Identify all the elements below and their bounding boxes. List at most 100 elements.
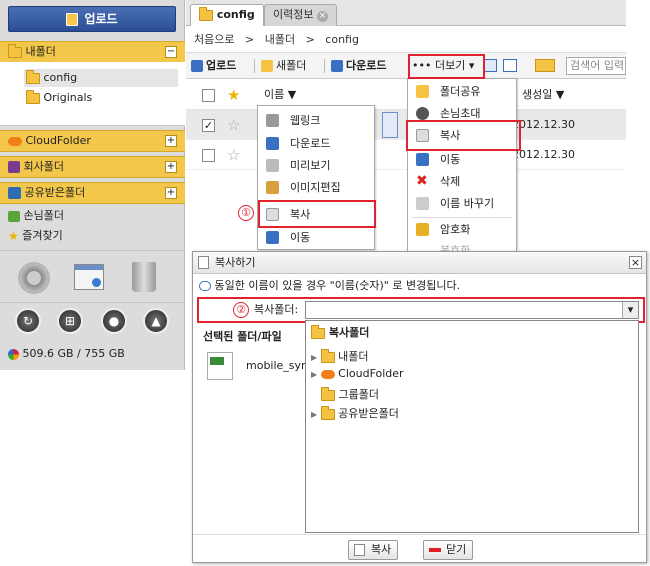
storage-usage: 509.6 GB / 755 GB <box>8 345 125 363</box>
android-icon[interactable]: ▲ <box>143 308 169 334</box>
menu-item-move[interactable]: 이동 <box>408 149 516 170</box>
minus-icon <box>429 548 441 552</box>
row-date: 2012.12.30 <box>512 148 575 161</box>
new-folder-icon <box>261 60 273 72</box>
favorites[interactable]: ★ 즐겨찾기 <box>8 227 63 245</box>
chevron-down-icon[interactable]: ▾ <box>622 302 638 318</box>
dialog-title: 복사하기 <box>215 256 256 269</box>
menu-item-encrypt[interactable]: 암호화 <box>408 219 516 240</box>
divider <box>193 534 646 535</box>
tab-config[interactable]: config <box>190 4 264 26</box>
document-icon <box>198 256 209 269</box>
menu-item-weblink[interactable]: 웹링크 <box>258 110 374 131</box>
star-icon[interactable]: ★ <box>227 80 240 110</box>
expand-toggle[interactable]: + <box>165 135 177 147</box>
toolbar: 업로드 새폴더 다운로드 ••• 더보기 ▾ 검색어 입력 <box>186 53 626 79</box>
close-icon[interactable]: × <box>316 11 328 22</box>
folder-icon <box>311 324 325 339</box>
pie-chart-icon <box>8 348 19 360</box>
tree-item-shared-folder[interactable]: ▶ 공유받은폴더 <box>311 405 399 421</box>
left-panel: 업로드 내폴더 − config Originals CloudFolder +… <box>0 0 185 370</box>
breadcrumb: 처음으로 > 내폴더 > config <box>186 26 626 53</box>
copy-icon <box>354 544 365 556</box>
folder-options-icon[interactable] <box>535 59 555 72</box>
star-icon: ★ <box>8 229 19 243</box>
settings-gear-icon[interactable] <box>18 262 50 294</box>
date-column-header[interactable]: 생성일 ▼ <box>522 80 564 110</box>
download-tool-button[interactable]: 다운로드 <box>331 53 386 79</box>
html-file-icon <box>207 352 233 380</box>
folder-tree-panel: 복사폴더 ▶ 내폴더 ▶ CloudFolder 그룹폴더 ▶ 공유받은폴더 <box>305 320 639 533</box>
expand-toggle[interactable]: + <box>165 161 177 173</box>
row-checkbox[interactable]: ✓ <box>202 119 215 132</box>
search-input[interactable]: 검색어 입력 <box>566 57 626 75</box>
windows-icon[interactable]: ⊞ <box>57 308 83 334</box>
selected-file-name: mobile_sync <box>246 359 315 372</box>
breadcrumb-my-folder[interactable]: 내폴더 <box>265 33 295 46</box>
preview-window-icon[interactable] <box>74 264 104 290</box>
highlight-copy-context <box>258 200 376 228</box>
select-all-checkbox[interactable] <box>202 89 215 102</box>
star-outline-icon[interactable]: ☆ <box>227 140 240 170</box>
upload-button[interactable]: 업로드 <box>8 6 176 32</box>
divider <box>0 302 185 303</box>
shared-folder-header[interactable]: 공유받은폴더 + <box>0 182 185 204</box>
folder-icon <box>26 89 40 104</box>
copy-button[interactable]: 복사 <box>348 540 399 560</box>
tab-bar: config 이력정보 × <box>186 0 626 26</box>
callout-1: ① <box>238 205 254 221</box>
folder-icon <box>8 43 22 58</box>
expand-icon[interactable]: ▶ <box>311 370 317 379</box>
menu-item-move[interactable]: 이동 <box>258 227 374 248</box>
target-folder-dropdown[interactable]: ▾ <box>305 301 639 319</box>
tree-item-cloudfolder[interactable]: ▶ CloudFolder <box>311 367 404 380</box>
tab-history[interactable]: 이력정보 × <box>264 4 337 26</box>
cloud-folder-header[interactable]: CloudFolder + <box>0 130 185 152</box>
star-outline-icon[interactable]: ☆ <box>227 110 240 140</box>
breadcrumb-home[interactable]: 처음으로 <box>194 33 234 46</box>
menu-item-preview[interactable]: 미리보기 <box>258 155 374 176</box>
download-icon <box>266 137 279 150</box>
row-checkbox[interactable] <box>202 149 215 162</box>
tree-item-config[interactable]: config <box>24 69 178 87</box>
menu-item-image-edit[interactable]: 이미지편집 <box>258 177 374 198</box>
tree-item-originals[interactable]: Originals <box>24 89 92 107</box>
upload-icon <box>191 60 203 72</box>
menu-item-download[interactable]: 다운로드 <box>258 133 374 154</box>
menu-item-share-folder[interactable]: 폴더공유 <box>408 81 516 102</box>
expand-icon[interactable]: ▶ <box>311 353 317 362</box>
tree-item-my-folder[interactable]: ▶ 내폴더 <box>311 348 369 364</box>
menu-item-delete[interactable]: ✖ 삭제 <box>408 171 516 192</box>
tree-root[interactable]: 복사폴더 <box>311 324 369 340</box>
close-button[interactable]: 닫기 <box>423 540 474 560</box>
expand-toggle[interactable]: + <box>165 187 177 199</box>
folder-icon <box>320 348 335 363</box>
new-folder-button[interactable]: 새폴더 <box>261 53 306 79</box>
grid-view-icon[interactable] <box>503 59 517 72</box>
list-view-icon[interactable] <box>483 59 497 72</box>
more-menu: 폴더공유 손님초대 복사 이동 ✖삭제 이름 바꾸기 암호화 복호화 <box>407 78 517 257</box>
copy-dialog: 복사하기 × 동일한 이름이 있을 경우 "이름(숫자)" 로 변경됩니다. ②… <box>192 251 647 563</box>
upload-tool-button[interactable]: 업로드 <box>191 53 236 79</box>
my-folder-label: 내폴더 <box>25 45 56 58</box>
share-folder-icon <box>416 85 429 98</box>
sync-icon[interactable]: ↻ <box>15 308 41 334</box>
guest-folder[interactable]: 손님폴더 <box>8 207 64 225</box>
menu-item-rename[interactable]: 이름 바꾸기 <box>408 193 516 214</box>
expand-icon[interactable]: ▶ <box>311 410 317 419</box>
apple-icon[interactable]: ● <box>101 308 127 334</box>
lock-icon <box>416 223 429 236</box>
shared-folder-icon <box>8 187 21 199</box>
close-icon[interactable]: × <box>629 256 642 269</box>
list-header: ★ 이름 ▼ 생성일 ▼ <box>186 80 626 110</box>
download-icon[interactable] <box>382 112 398 138</box>
company-folder-header[interactable]: 회사폴더 + <box>0 156 185 178</box>
breadcrumb-config[interactable]: config <box>325 33 359 46</box>
trash-icon[interactable] <box>132 262 156 292</box>
move-icon <box>416 153 429 166</box>
guest-folder-icon <box>8 210 20 222</box>
my-folder-header[interactable]: 내폴더 − <box>0 41 185 63</box>
collapse-toggle[interactable]: − <box>165 46 177 58</box>
folder-icon <box>321 386 335 401</box>
tree-item-group-folder[interactable]: 그룹폴더 <box>321 386 379 402</box>
